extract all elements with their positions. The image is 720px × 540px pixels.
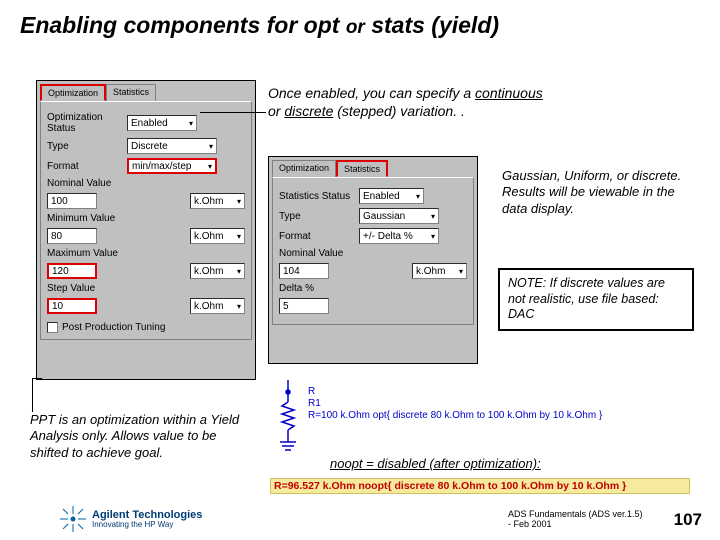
- ppt-label: Post Production Tuning: [62, 322, 165, 333]
- noopt-expression: R=96.527 k.Ohm noopt{ discrete 80 k.Ohm …: [270, 478, 690, 494]
- type-label: Type: [47, 141, 127, 152]
- tab-optimization[interactable]: Optimization: [40, 84, 106, 101]
- spark-icon: [60, 506, 86, 532]
- stat-type-dropdown[interactable]: Gaussian: [359, 208, 439, 224]
- arrow-line: [200, 112, 266, 113]
- ppt-checkbox[interactable]: [47, 322, 58, 333]
- min-label: Minimum Value: [47, 213, 167, 224]
- stat-status-dropdown[interactable]: Enabled: [359, 188, 424, 204]
- tab-statistics[interactable]: Statistics: [106, 84, 156, 101]
- min-unit[interactable]: k.Ohm: [190, 228, 245, 244]
- page-number: 107: [674, 510, 702, 530]
- arrow-line: [32, 378, 42, 379]
- max-label: Maximum Value: [47, 248, 167, 259]
- footer-attribution: ADS Fundamentals (ADS ver.1.5) - Feb 200…: [508, 510, 648, 530]
- max-unit[interactable]: k.Ohm: [190, 263, 245, 279]
- resistor-symbol: [270, 380, 306, 461]
- arrow-line: [32, 378, 33, 412]
- format-label: Format: [47, 161, 127, 172]
- type-dropdown[interactable]: Discrete: [127, 138, 217, 154]
- stat-format-dropdown[interactable]: +/- Delta %: [359, 228, 439, 244]
- statistics-dialog: Optimization Statistics Statistics Statu…: [268, 156, 478, 364]
- annotation-ppt: PPT is an optimization within a Yield An…: [30, 412, 240, 461]
- schem-expr: R=100 k.Ohm opt{ discrete 80 k.Ohm to 10…: [308, 410, 602, 422]
- stat-format-label: Format: [279, 231, 359, 242]
- ppt-checkbox-row[interactable]: Post Production Tuning: [47, 322, 245, 333]
- nominal-unit[interactable]: k.Ohm: [190, 193, 245, 209]
- max-field[interactable]: 120: [47, 263, 97, 279]
- schem-r1: R1: [308, 398, 602, 410]
- min-field[interactable]: 80: [47, 228, 97, 244]
- company-name: Agilent Technologies: [92, 510, 202, 521]
- format-dropdown[interactable]: min/max/step: [127, 158, 217, 174]
- nominal-field[interactable]: 100: [47, 193, 97, 209]
- stat-type-label: Type: [279, 211, 359, 222]
- stat-status-label: Statistics Status: [279, 191, 359, 202]
- noopt-caption: noopt = disabled (after optimization):: [330, 456, 541, 471]
- stat-nom-label: Nominal Value: [279, 248, 399, 259]
- stat-nom-field[interactable]: 104: [279, 263, 329, 279]
- note-box: NOTE: If discrete values are not realist…: [498, 268, 694, 331]
- opt-status-label: Optimization Status: [47, 112, 127, 134]
- opt-status-dropdown[interactable]: Enabled: [127, 115, 197, 131]
- schem-r: R: [308, 386, 602, 398]
- delta-field[interactable]: 5: [279, 298, 329, 314]
- subtitle: Once enabled, you can specify a continuo…: [268, 84, 543, 120]
- optimization-dialog: Optimization Statistics Optimization Sta…: [36, 80, 256, 380]
- slide-title: Enabling components for opt or stats (yi…: [0, 0, 720, 45]
- delta-label: Delta %: [279, 283, 399, 294]
- stat-nom-unit[interactable]: k.Ohm: [412, 263, 467, 279]
- nominal-label: Nominal Value: [47, 178, 167, 189]
- step-label: Step Value: [47, 283, 167, 294]
- company-tagline: Innovating the HP Way: [92, 521, 202, 529]
- step-unit[interactable]: k.Ohm: [190, 298, 245, 314]
- step-field[interactable]: 10: [47, 298, 97, 314]
- annotation-gaussian: Gaussian, Uniform, or discrete. Results …: [502, 168, 690, 217]
- tab-optimization-r[interactable]: Optimization: [272, 160, 336, 177]
- tab-statistics-r[interactable]: Statistics: [336, 160, 388, 177]
- footer-logo: Agilent Technologies Innovating the HP W…: [60, 506, 202, 532]
